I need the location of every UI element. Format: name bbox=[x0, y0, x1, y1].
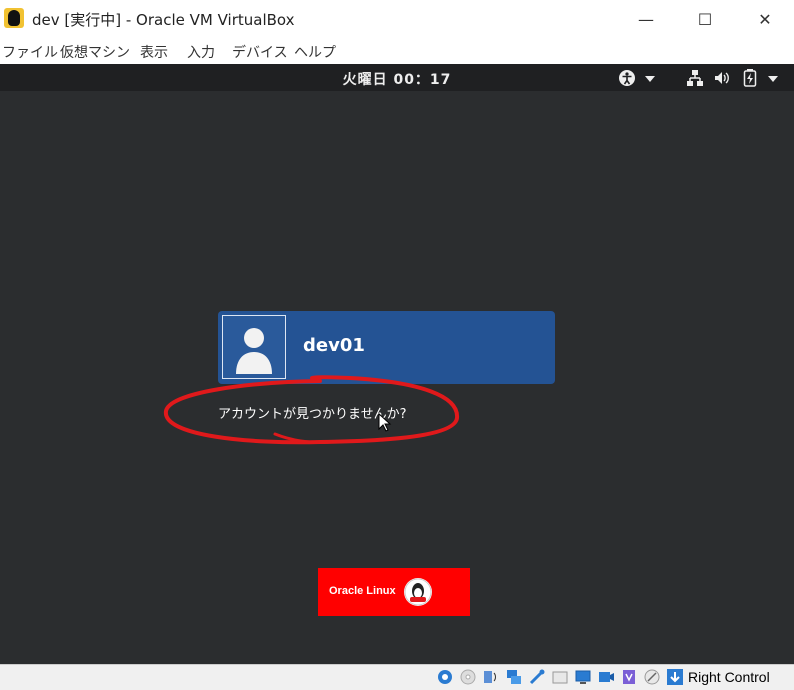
network-adapter-icon[interactable] bbox=[505, 668, 523, 686]
minimize-button[interactable]: — bbox=[617, 0, 675, 38]
vm-display[interactable]: 火曜日 00：17 dev01 アカウントが見つかりませんか? Oracle L… bbox=[0, 64, 794, 664]
menu-machine[interactable]: 仮想マシン bbox=[60, 42, 130, 62]
mouse-integration-icon[interactable] bbox=[643, 668, 661, 686]
maximize-icon: ☐ bbox=[697, 9, 713, 29]
usb-icon[interactable] bbox=[528, 668, 546, 686]
menu-view[interactable]: 表示 bbox=[140, 42, 168, 62]
host-key-arrow-icon[interactable] bbox=[666, 668, 684, 686]
menu-bar: ファイル 仮想マシン 表示 入力 デバイス ヘルプ bbox=[0, 38, 794, 64]
menu-devices[interactable]: デバイス bbox=[232, 42, 288, 62]
close-icon: ✕ bbox=[758, 9, 772, 29]
menu-input[interactable]: 入力 bbox=[187, 42, 215, 62]
vbox-status-bar: Right Control bbox=[0, 664, 794, 690]
oracle-logo-text: Oracle Linux bbox=[329, 585, 396, 597]
audio-icon[interactable] bbox=[482, 668, 500, 686]
minimize-icon: — bbox=[638, 9, 654, 29]
shared-folders-icon[interactable] bbox=[551, 668, 569, 686]
menu-help[interactable]: ヘルプ bbox=[294, 42, 336, 62]
optical-drive-icon[interactable] bbox=[459, 668, 477, 686]
oracle-linux-logo: Oracle Linux bbox=[318, 568, 470, 616]
maximize-button[interactable]: ☐ bbox=[676, 0, 734, 38]
virtualbox-app-icon bbox=[4, 8, 24, 28]
tux-penguin-icon bbox=[404, 578, 432, 606]
window-title: dev [実行中] - Oracle VM VirtualBox bbox=[32, 11, 295, 29]
display-icon[interactable] bbox=[574, 668, 592, 686]
mouse-cursor-icon bbox=[378, 413, 392, 432]
host-key-label: Right Control bbox=[688, 669, 770, 685]
close-button[interactable]: ✕ bbox=[736, 0, 794, 38]
virtualization-icon[interactable] bbox=[620, 668, 638, 686]
hard-disk-icon[interactable] bbox=[436, 668, 454, 686]
menu-file[interactable]: ファイル bbox=[2, 42, 58, 62]
video-capture-icon[interactable] bbox=[597, 668, 615, 686]
window-titlebar: dev [実行中] - Oracle VM VirtualBox — ☐ ✕ bbox=[0, 0, 794, 38]
